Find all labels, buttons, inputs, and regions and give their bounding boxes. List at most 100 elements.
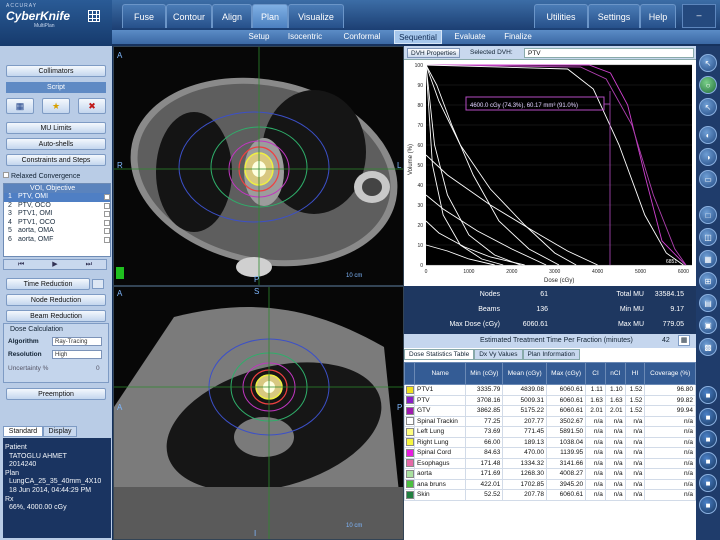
layout-two-icon[interactable]: ◫ bbox=[699, 228, 717, 246]
axial-ct-view[interactable]: A P R L 10 cm bbox=[113, 46, 404, 286]
tool-icon[interactable]: ■ bbox=[699, 430, 717, 448]
tab-align[interactable]: Align bbox=[212, 4, 252, 28]
time-reduction-checkbox[interactable] bbox=[92, 279, 104, 289]
pointer-tool-icon[interactable]: ↖ bbox=[699, 54, 717, 72]
column-header[interactable]: Max (cGy) bbox=[546, 362, 587, 385]
tab-utilities[interactable]: Utilities bbox=[534, 4, 588, 28]
node-reduction-button[interactable]: Node Reduction bbox=[6, 294, 106, 306]
voi-row-checkbox[interactable] bbox=[104, 211, 110, 218]
voi-row-checkbox[interactable] bbox=[104, 228, 110, 235]
table-row[interactable]: Spinal Trackin 77.25 207.77 3502.67 n/a n/a n/… bbox=[404, 415, 696, 427]
mu-limits-button[interactable]: MU Limits bbox=[6, 122, 106, 134]
full-view-icon[interactable]: ▭ bbox=[699, 170, 717, 188]
skip-forward-icon[interactable]: ⏭ bbox=[86, 260, 92, 269]
window-level-icon[interactable]: ◐ bbox=[699, 126, 717, 144]
column-header[interactable]: HI bbox=[624, 362, 646, 385]
hi-cell: n/a bbox=[624, 426, 646, 438]
tab-fuse[interactable]: Fuse bbox=[122, 4, 166, 28]
table-row[interactable]: Right Lung 66.00 189.13 1038.04 n/a n/a n/a n/a bbox=[404, 436, 696, 448]
table-row[interactable]: Spinal Cord 84.63 470.00 1139.95 n/a n/a n/a n/… bbox=[404, 447, 696, 459]
tool-icon[interactable]: ■ bbox=[699, 496, 717, 514]
constraints-steps-button[interactable]: Constraints and Steps bbox=[6, 154, 106, 166]
resolution-select[interactable]: High bbox=[52, 350, 102, 359]
subtab-setup[interactable]: Setup bbox=[242, 30, 276, 44]
tool-icon[interactable]: ■ bbox=[699, 408, 717, 426]
subtab-conformal[interactable]: Conformal bbox=[336, 30, 388, 44]
delete-script-button[interactable]: ✖ bbox=[78, 98, 106, 114]
coverage-cell: n/a bbox=[644, 426, 696, 438]
tab-plan-information[interactable]: Plan Information bbox=[522, 349, 580, 360]
column-header[interactable]: CI bbox=[585, 362, 606, 385]
table-row[interactable]: ana bruns 422.01 1702.85 3945.20 n/a n/a n/a n/… bbox=[404, 478, 696, 490]
calculator-icon[interactable]: ▦ bbox=[678, 335, 690, 346]
column-header[interactable]: Name bbox=[413, 362, 467, 385]
voi-row-checkbox[interactable] bbox=[104, 236, 110, 243]
relaxed-convergence-checkbox[interactable] bbox=[3, 172, 9, 178]
tool-icon[interactable]: ■ bbox=[699, 452, 717, 470]
list-item[interactable]: 5 aorta, OMA bbox=[4, 227, 110, 236]
tab-help[interactable]: Help bbox=[640, 4, 676, 28]
uncertainty-value: 0 bbox=[96, 365, 100, 372]
table-row[interactable]: PTV 3708.16 5009.31 6060.61 1.63 1.63 1.52 99.8… bbox=[404, 394, 696, 406]
table-row[interactable]: Left Lung 73.69 771.45 5891.50 n/a n/a n/a n/a bbox=[404, 426, 696, 438]
sagittal-ct-view[interactable]: S A A P I 10 cm bbox=[113, 286, 404, 540]
invert-icon[interactable]: ◑ bbox=[699, 148, 717, 166]
window-minimize-button[interactable]: – bbox=[682, 4, 716, 28]
voi-row-checkbox[interactable] bbox=[104, 202, 110, 209]
time-reduction-button[interactable]: Time Reduction bbox=[6, 278, 90, 290]
mean-dose-cell: 1702.85 bbox=[502, 478, 548, 490]
layout-three-icon[interactable]: ▦ bbox=[699, 250, 717, 268]
table-row[interactable]: GTV 3862.85 5175.22 6060.61 2.01 2.01 1.52 99.9… bbox=[404, 405, 696, 417]
min-dose-cell: 171.48 bbox=[465, 457, 504, 469]
tab-settings[interactable]: Settings bbox=[588, 4, 640, 28]
tab-visualize[interactable]: Visualize bbox=[288, 4, 344, 28]
load-script-button[interactable]: ★ bbox=[42, 98, 70, 114]
table-row[interactable]: Esophagus 171.48 1334.32 3141.66 n/a n/a n/a n/… bbox=[404, 457, 696, 469]
subtab-evaluate[interactable]: Evaluate bbox=[448, 30, 492, 44]
tab-dx-vy-values[interactable]: Dx Vy Values bbox=[474, 349, 523, 360]
table-row[interactable]: Skin 52.52 207.78 6060.61 n/a n/a n/a n/a bbox=[404, 489, 696, 501]
subtab-sequential[interactable]: Sequential bbox=[394, 30, 442, 44]
voi-row-checkbox[interactable] bbox=[104, 219, 110, 226]
list-item[interactable]: 6 aorta, OMF bbox=[4, 236, 110, 245]
tab-plan[interactable]: Plan bbox=[252, 4, 288, 28]
list-item[interactable]: 4 PTV1, OCO bbox=[4, 219, 110, 228]
layout-six-icon[interactable]: ▣ bbox=[699, 316, 717, 334]
beam-reduction-button[interactable]: Beam Reduction bbox=[6, 310, 106, 322]
contour-tool-icon[interactable]: ○ bbox=[699, 76, 717, 94]
list-item[interactable]: 1 PTV, OMI bbox=[4, 193, 110, 202]
select-tool-icon[interactable]: ↖ bbox=[699, 98, 717, 116]
preemption-button[interactable]: Preemption bbox=[6, 388, 106, 400]
column-header[interactable]: nCI bbox=[604, 362, 626, 385]
tab-standard[interactable]: Standard bbox=[3, 426, 43, 437]
tool-icon[interactable]: ■ bbox=[699, 474, 717, 492]
layout-four-icon[interactable]: ⊞ bbox=[699, 272, 717, 290]
column-header[interactable]: Coverage (%) bbox=[644, 362, 696, 385]
algorithm-select[interactable]: Ray-Tracing bbox=[52, 337, 102, 346]
collimators-button[interactable]: Collimators bbox=[6, 65, 106, 77]
tab-dose-statistics[interactable]: Dose Statistics Table bbox=[404, 349, 475, 360]
column-header[interactable]: Min (cGy) bbox=[465, 362, 504, 385]
subtab-isocentric[interactable]: Isocentric bbox=[280, 30, 330, 44]
table-row[interactable]: aorta 171.69 1268.30 4008.27 n/a n/a n/a n/a bbox=[404, 468, 696, 480]
voi-row-checkbox[interactable] bbox=[104, 194, 110, 200]
selected-dvh-select[interactable]: PTV bbox=[524, 48, 694, 58]
layout-seven-icon[interactable]: ▩ bbox=[699, 338, 717, 356]
auto-shells-button[interactable]: Auto-shells bbox=[6, 138, 106, 150]
layout-one-icon[interactable]: □ bbox=[699, 206, 717, 224]
play-icon[interactable]: ▶ bbox=[52, 260, 57, 269]
layout-five-icon[interactable]: ▤ bbox=[699, 294, 717, 312]
column-header[interactable]: Mean (cGy) bbox=[502, 362, 548, 385]
table-row[interactable]: PTV1 3335.79 4839.08 6060.61 1.11 1.10 1.52 96.… bbox=[404, 384, 696, 396]
skip-back-icon[interactable]: ⏮ bbox=[18, 260, 24, 269]
relaxed-convergence-option[interactable]: Relaxed Convergence bbox=[3, 171, 111, 181]
tab-contour[interactable]: Contour bbox=[166, 4, 212, 28]
list-item[interactable]: 3 PTV1, OMI bbox=[4, 210, 110, 219]
tab-display[interactable]: Display bbox=[43, 426, 77, 437]
subtab-finalize[interactable]: Finalize bbox=[498, 30, 538, 44]
plan-label: Plan bbox=[5, 469, 20, 477]
settings-tool-icon[interactable]: ■ bbox=[699, 386, 717, 404]
dvh-properties-button[interactable]: DVH Properties bbox=[407, 48, 461, 58]
list-item[interactable]: 2 PTV, OCO bbox=[4, 202, 110, 211]
save-script-button[interactable]: ▦ bbox=[6, 98, 34, 114]
